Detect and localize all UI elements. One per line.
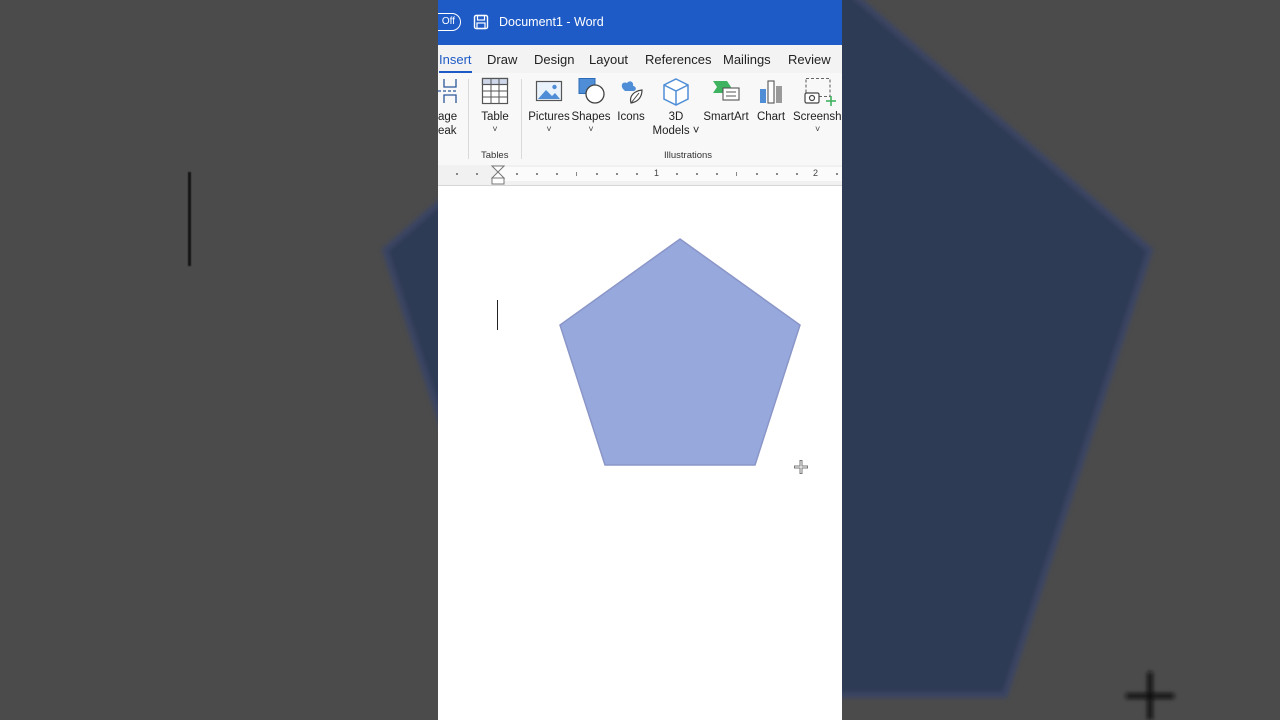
smartart-button[interactable]: SmartArt (703, 77, 749, 124)
shapes-button[interactable]: Shapes ˅ (571, 77, 611, 134)
save-icon[interactable] (473, 14, 489, 30)
page-break-icon (438, 79, 458, 103)
chart-button[interactable]: Chart (752, 77, 790, 124)
ruler-dot (636, 173, 638, 175)
ruler-dot (536, 173, 538, 175)
icons-button[interactable]: Icons (614, 77, 648, 124)
ruler-dot (796, 173, 798, 175)
ruler-dot (616, 173, 618, 175)
3d-models-label-1: 3D (668, 111, 684, 123)
shapes-chevron-icon: ˅ (588, 124, 594, 134)
table-icon (481, 77, 509, 105)
ruler-dot (716, 173, 718, 175)
ruler-mark-1: 1 (654, 168, 660, 178)
tab-references[interactable]: References (645, 52, 711, 67)
ruler-dot (456, 173, 458, 175)
autosave-toggle[interactable]: Off (438, 13, 461, 31)
horizontal-ruler[interactable]: 1 2 (438, 165, 842, 186)
screenshot-icon (804, 77, 836, 106)
ribbon-separator (468, 79, 469, 159)
tab-draw[interactable]: Draw (487, 52, 517, 67)
table-button[interactable]: Table ˅ (476, 77, 514, 134)
ruler-dot (556, 173, 558, 175)
background-cursor-line (188, 172, 191, 266)
pentagon-shape[interactable] (559, 238, 801, 466)
title-bar: Off Document1 - Word (438, 0, 842, 45)
ribbon-separator (521, 79, 522, 159)
ruler-dot (696, 173, 698, 175)
tab-design[interactable]: Design (534, 52, 574, 67)
pictures-label: Pictures (528, 111, 570, 123)
pictures-icon (535, 80, 563, 102)
table-chevron-icon: ˅ (492, 124, 498, 134)
ruler-dot (676, 173, 678, 175)
document-title: Document1 - Word (499, 15, 604, 29)
icons-icon (621, 81, 643, 104)
ruler-dot (836, 173, 838, 175)
illustrations-group-label: Illustrations (664, 150, 713, 161)
icons-label: Icons (617, 111, 645, 123)
table-label: Table (481, 111, 509, 123)
chart-icon (760, 80, 782, 104)
3d-models-icon (663, 78, 689, 106)
page-break-button[interactable]: age eak (438, 77, 462, 138)
ruler-mark-2: 2 (813, 168, 819, 178)
tab-insert[interactable]: Insert (439, 52, 472, 73)
ribbon-tabs: Insert Draw Design Layout References Mai… (438, 45, 842, 73)
screenshot-chevron-icon: ˅ (815, 124, 821, 134)
pictures-chevron-icon: ˅ (546, 124, 552, 134)
tables-group-label: Tables (481, 150, 509, 161)
chart-label: Chart (756, 111, 786, 123)
shapes-icon (578, 78, 605, 104)
smartart-icon (713, 81, 740, 101)
shapes-label: Shapes (571, 111, 611, 123)
indent-marker-icon[interactable] (491, 165, 505, 185)
screenshot-label: Screensho (793, 111, 842, 123)
page-break-label-2: eak (438, 125, 457, 137)
tab-review[interactable]: Review (788, 52, 831, 67)
ruler-work-area (498, 167, 842, 181)
insert-ribbon: age eak Table ˅ Tables Pictures ˅ Shapes… (438, 73, 842, 166)
screenshot-button[interactable]: Screensho ˅ (793, 77, 842, 134)
crosshair-icon (794, 460, 808, 474)
ruler-dot (596, 173, 598, 175)
3d-models-label-2: Models ˅ (652, 125, 700, 137)
ruler-tick (736, 172, 737, 176)
word-app-window: Off Document1 - Word Insert Draw Design … (438, 0, 842, 720)
pentagon-shape-canvas (559, 238, 801, 466)
page-break-label-1: age (438, 111, 458, 123)
ruler-dot (516, 173, 518, 175)
3d-models-button[interactable]: 3D Models ˅ (651, 77, 701, 138)
ruler-dot (756, 173, 758, 175)
autosave-state-label: Off (441, 16, 455, 27)
tab-mailings[interactable]: Mailings (723, 52, 771, 67)
pictures-button[interactable]: Pictures ˅ (528, 77, 570, 134)
ruler-dot (776, 173, 778, 175)
document-page[interactable] (438, 186, 842, 720)
ruler-dot (476, 173, 478, 175)
tab-layout[interactable]: Layout (589, 52, 628, 67)
ruler-tick (576, 172, 577, 176)
smartart-label: SmartArt (703, 111, 749, 123)
